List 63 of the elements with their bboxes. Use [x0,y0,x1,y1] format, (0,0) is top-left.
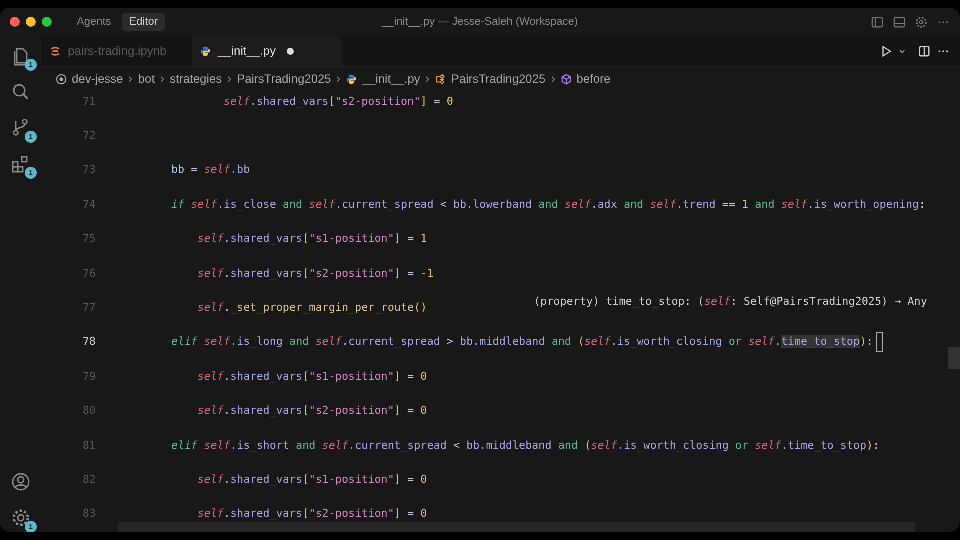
code-line: self.shared_vars["s1-position"] = 0 [196,472,428,486]
cube-icon [560,74,572,84]
code-line: self.shared_vars["s2-position"] = 0 [196,404,428,418]
code-line: elif self.is_short and self.current_spread < bb.middleband and (self.is_worth_closing or self.time_to_stop): [170,438,880,452]
settings-icon[interactable] [915,16,928,28]
code-line: if self.is_close and self.current_spread < bb.lowerband and self.adx and self.trend == 1 and self.is_worth_opening: [170,198,926,211]
line-number: 83 [82,507,96,520]
line-number: 80 [82,404,96,418]
chevron-icon [336,76,342,82]
mode-tab[interactable]: Agents [70,13,118,31]
source-control-icon[interactable] [11,118,31,138]
python-icon [200,46,211,56]
class-icon [435,74,446,84]
code-line: self._set_proper_margin_per_route() [196,301,428,314]
breadcrumb-item[interactable]: bot [138,72,156,86]
search-icon[interactable] [11,82,31,102]
code-line: self.shared_vars["s2-position"] = 0 [222,94,454,108]
code-line: bb = self.bb [170,163,250,176]
settings-icon[interactable] [11,508,31,528]
python-icon [346,74,358,84]
chevron-icon [227,76,232,82]
chevron-icon [128,76,134,82]
split-editor-icon[interactable] [918,44,931,58]
minimize-window-icon[interactable] [26,17,36,27]
breadcrumb-item[interactable]: __init__.py [362,72,420,86]
file-tab[interactable]: __init__.py [192,36,342,66]
close-window-icon[interactable] [10,17,20,27]
line-number: 81 [82,438,96,452]
breadcrumb-item[interactable]: PairsTrading2025 [237,72,332,86]
line-number: 76 [82,266,96,280]
line-number: 78 [82,335,96,348]
code-line: self.shared_vars["s2-position"] = -1 [196,266,434,280]
run-icon[interactable] [880,44,893,58]
caret-icon[interactable] [899,48,906,54]
panel-toggle-icon[interactable] [893,16,906,28]
line-number: 79 [82,370,96,383]
chevron-icon [550,76,556,82]
account-icon[interactable] [11,472,31,492]
chevron-icon [425,76,430,82]
mode-tab[interactable]: Editor [122,13,165,31]
notebook-icon [50,46,61,56]
code-line: self.shared_vars["s1-position"] = 0 [196,370,428,383]
code-line: elif self.is_long and self.current_spread > bb.middleband and (self.is_worth_closing or self.time_to_stop): [170,335,874,348]
line-number: 82 [82,472,96,486]
line-number: 75 [82,232,96,246]
code-line: self.shared_vars["s1-position"] = 1 [196,232,428,246]
breadcrumb-item[interactable]: before [576,72,611,86]
breadcrumb-item[interactable]: strategies [170,72,222,86]
window-title: __init__.py — Jesse-Saleh (Workspace) [382,16,578,28]
line-number: 77 [82,301,96,314]
chevron-icon [160,76,166,82]
maximize-window-icon[interactable] [42,17,52,27]
text-cursor [876,332,884,352]
code-line: self.shared_vars["s2-position"] = 0 [196,507,428,520]
line-number: 72 [82,129,96,142]
sidebar-toggle-icon[interactable] [871,16,884,28]
line-number: 74 [82,198,96,211]
breadcrumb-item[interactable]: dev-jesse [72,72,124,86]
unsaved-dot-icon[interactable] [287,48,294,54]
line-number: 73 [82,163,96,176]
target-icon [56,74,67,84]
line-number: 71 [82,94,96,108]
breadcrumb-item[interactable]: PairsTrading2025 [451,72,546,86]
